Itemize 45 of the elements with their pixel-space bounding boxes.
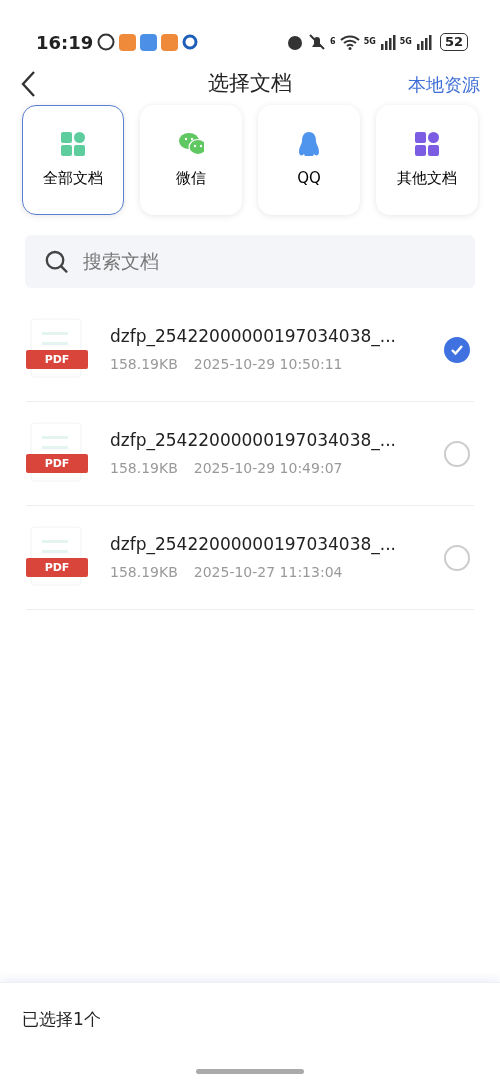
wifi-icon bbox=[339, 34, 360, 50]
local-resources-link[interactable]: 本地资源 bbox=[408, 70, 480, 98]
search-field[interactable]: 搜索文档 bbox=[80, 246, 455, 277]
checkmark-icon bbox=[450, 343, 464, 356]
grid-icon bbox=[60, 130, 86, 157]
file-size: 158.19KB bbox=[110, 562, 178, 582]
bell-muted-icon bbox=[308, 33, 327, 51]
network-label: 5G bbox=[399, 36, 412, 48]
circle-icon bbox=[97, 33, 116, 51]
select-radio[interactable] bbox=[444, 544, 470, 571]
file-name: dzfp_25422000000197034038_... bbox=[110, 325, 397, 349]
category-tab[interactable]: 微信 bbox=[140, 105, 242, 215]
file-name: dzfp_25422000000197034038_... bbox=[110, 429, 397, 453]
wifi-label: 6 bbox=[330, 36, 336, 48]
battery-level: 52 bbox=[439, 33, 468, 51]
category-tab[interactable]: 全部文档 bbox=[22, 105, 124, 215]
file-date: 2025-10-29 10:50:11 bbox=[193, 354, 343, 374]
file-type-badge: PDF bbox=[26, 453, 88, 473]
app-icon bbox=[119, 33, 137, 51]
file-date: 2025-10-27 11:13:04 bbox=[193, 562, 343, 582]
select-radio[interactable] bbox=[444, 440, 470, 467]
file-size: 158.19KB bbox=[110, 354, 178, 374]
file-size: 158.19KB bbox=[110, 458, 178, 478]
app-icon bbox=[140, 33, 158, 51]
network-label: 5G bbox=[363, 36, 376, 48]
app-icon bbox=[161, 33, 179, 51]
signal-icon bbox=[415, 34, 432, 50]
file-type-badge: PDF bbox=[26, 557, 88, 577]
category-tab[interactable]: 其他文档 bbox=[376, 105, 478, 215]
back-button[interactable] bbox=[20, 70, 36, 98]
penguin-icon bbox=[296, 130, 322, 157]
search-bar[interactable]: 搜索文档 bbox=[25, 235, 475, 288]
select-radio[interactable] bbox=[444, 336, 470, 363]
chat-bubbles-icon bbox=[178, 130, 204, 157]
file-type-badge: PDF bbox=[26, 349, 88, 369]
page-title: 选择文档 bbox=[208, 70, 292, 98]
file-name: dzfp_25422000000197034038_... bbox=[110, 533, 397, 557]
signal-icon bbox=[379, 34, 396, 50]
clock-time: 16:19 bbox=[36, 30, 94, 55]
search-icon bbox=[45, 248, 69, 275]
selected-count: 已选择1个 bbox=[21, 1008, 102, 1031]
category-tab[interactable]: QQ bbox=[258, 105, 360, 215]
grid-icon bbox=[414, 130, 440, 157]
home-indicator[interactable] bbox=[196, 1068, 304, 1074]
file-date: 2025-10-29 10:49:07 bbox=[193, 458, 343, 478]
